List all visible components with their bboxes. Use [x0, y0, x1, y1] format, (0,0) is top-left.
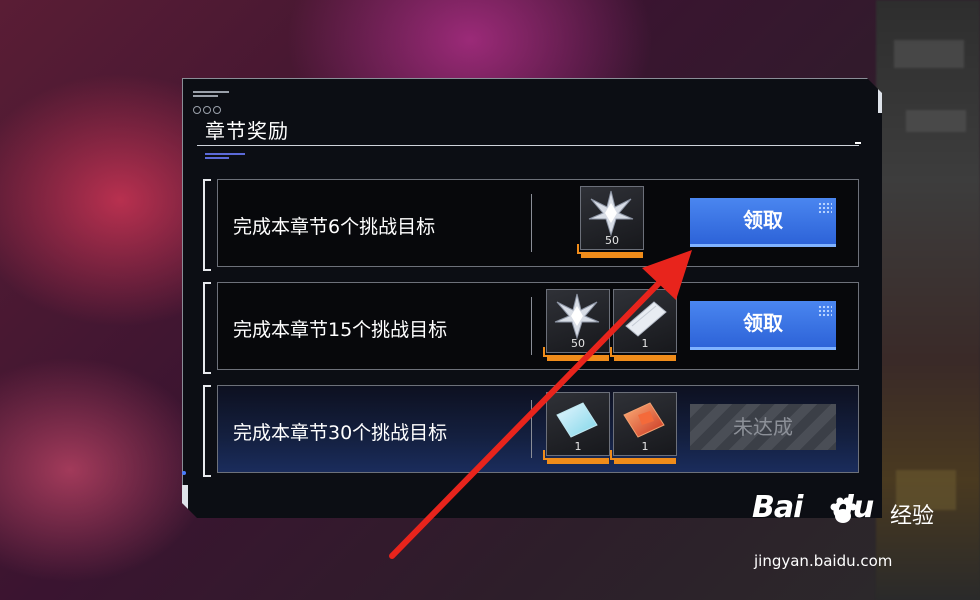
paw-icon — [830, 497, 857, 523]
watermark-url: jingyan.baidu.com — [754, 552, 893, 570]
baidu-watermark: Bai du 经验 jingyan.baidu.com — [752, 490, 972, 600]
watermark-subtitle: 经验 — [890, 504, 935, 529]
